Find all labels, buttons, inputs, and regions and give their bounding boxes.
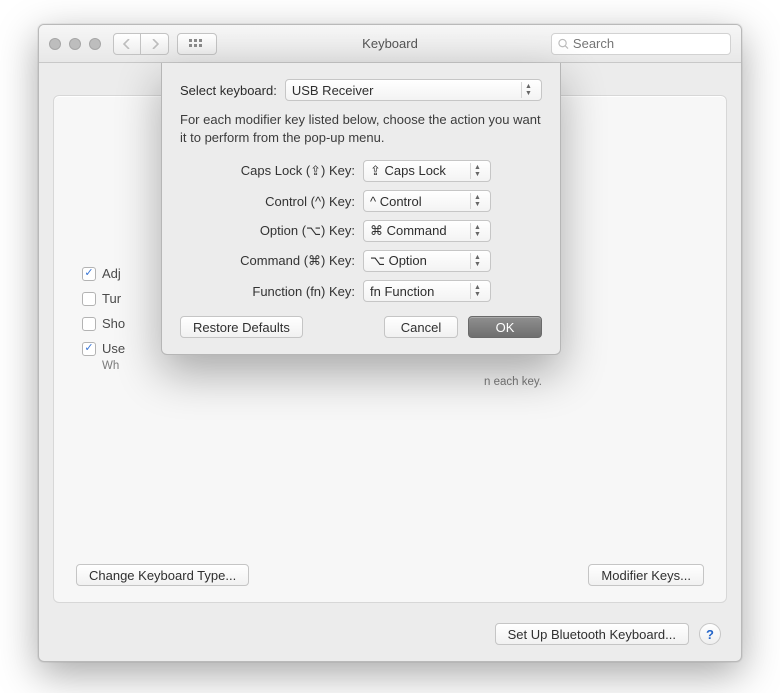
change-keyboard-type-button[interactable]: Change Keyboard Type...: [76, 564, 249, 586]
search-input[interactable]: [573, 36, 724, 51]
command-label: Command (⌘) Key:: [180, 253, 355, 269]
modifier-keys-button[interactable]: Modifier Keys...: [588, 564, 704, 586]
forward-button[interactable]: [141, 33, 169, 55]
capslock-popup[interactable]: ⇪ Caps Lock ▲▼: [363, 160, 491, 182]
select-keyboard-value: USB Receiver: [292, 83, 374, 98]
capslock-label: Caps Lock (⇪) Key:: [180, 163, 355, 179]
control-label: Control (^) Key:: [180, 194, 355, 209]
function-label: Function (fn) Key:: [180, 284, 355, 299]
restore-defaults-button[interactable]: Restore Defaults: [180, 316, 303, 338]
close-icon[interactable]: [49, 38, 61, 50]
option-label: Option (⌥) Key:: [180, 223, 355, 239]
setup-bluetooth-keyboard-button[interactable]: Set Up Bluetooth Keyboard...: [495, 623, 689, 645]
command-row: Command (⌘) Key: ⌥ Option ▲▼: [180, 250, 542, 272]
select-keyboard-row: Select keyboard: USB Receiver ▲▼: [180, 79, 542, 101]
options-list: Adj Tur Sho Use Wh: [82, 266, 125, 372]
modifier-keys-sheet: Select keyboard: USB Receiver ▲▼ For eac…: [161, 63, 561, 355]
sheet-actions: Restore Defaults Cancel OK: [180, 316, 542, 338]
adjust-checkbox[interactable]: [82, 267, 96, 281]
use-fnkeys-row: Use: [82, 341, 125, 356]
preferences-window: Keyboard Adj Tur Sho: [38, 24, 742, 662]
chevron-updown-icon: ▲▼: [470, 253, 484, 269]
control-popup[interactable]: ^ Control ▲▼: [363, 190, 491, 212]
function-popup[interactable]: fn Function ▲▼: [363, 280, 491, 302]
capslock-value: ⇪ Caps Lock: [370, 163, 446, 179]
control-value: ^ Control: [370, 194, 422, 209]
command-value: ⌥ Option: [370, 253, 427, 269]
chevron-updown-icon: ▲▼: [470, 163, 484, 179]
function-row: Function (fn) Key: fn Function ▲▼: [180, 280, 542, 302]
titlebar: Keyboard: [39, 25, 741, 63]
help-button[interactable]: ?: [699, 623, 721, 645]
chevron-updown-icon: ▲▼: [470, 223, 484, 239]
show-checkbox[interactable]: [82, 317, 96, 331]
use-fnkeys-note-left: Wh: [102, 360, 125, 372]
use-checkbox[interactable]: [82, 342, 96, 356]
option-popup[interactable]: ⌘ Command ▲▼: [363, 220, 491, 242]
use-label: Use: [102, 341, 125, 356]
chevron-updown-icon: ▲▼: [470, 283, 484, 299]
option-row: Option (⌥) Key: ⌘ Command ▲▼: [180, 220, 542, 242]
back-button[interactable]: [113, 33, 141, 55]
nav-back-forward: [113, 33, 169, 55]
chevron-updown-icon: ▲▼: [521, 82, 535, 98]
select-keyboard-label: Select keyboard:: [180, 83, 277, 98]
chevron-updown-icon: ▲▼: [470, 193, 484, 209]
adjust-brightness-row: Adj: [82, 266, 125, 281]
search-field[interactable]: [551, 33, 731, 55]
cancel-button[interactable]: Cancel: [384, 316, 458, 338]
capslock-row: Caps Lock (⇪) Key: ⇪ Caps Lock ▲▼: [180, 160, 542, 182]
control-row: Control (^) Key: ^ Control ▲▼: [180, 190, 542, 212]
option-value: ⌘ Command: [370, 223, 447, 239]
show-all-button[interactable]: [177, 33, 217, 55]
show-keyboard-row: Sho: [82, 316, 125, 331]
traffic-lights: [49, 38, 101, 50]
turn-off-row: Tur: [82, 291, 125, 306]
search-icon: [558, 38, 569, 50]
adjust-label: Adj: [102, 266, 121, 281]
zoom-icon[interactable]: [89, 38, 101, 50]
window-footer: Set Up Bluetooth Keyboard... ?: [495, 623, 721, 645]
turn-label: Tur: [102, 291, 121, 306]
sheet-instruction: For each modifier key listed below, choo…: [180, 111, 542, 146]
use-fnkeys-note-right: n each key.: [484, 376, 542, 388]
select-keyboard-popup[interactable]: USB Receiver ▲▼: [285, 79, 542, 101]
command-popup[interactable]: ⌥ Option ▲▼: [363, 250, 491, 272]
ok-button[interactable]: OK: [468, 316, 542, 338]
minimize-icon[interactable]: [69, 38, 81, 50]
panel-bottom-buttons: Change Keyboard Type... Modifier Keys...: [76, 564, 704, 586]
turn-checkbox[interactable]: [82, 292, 96, 306]
function-value: fn Function: [370, 284, 434, 299]
show-label: Sho: [102, 316, 125, 331]
